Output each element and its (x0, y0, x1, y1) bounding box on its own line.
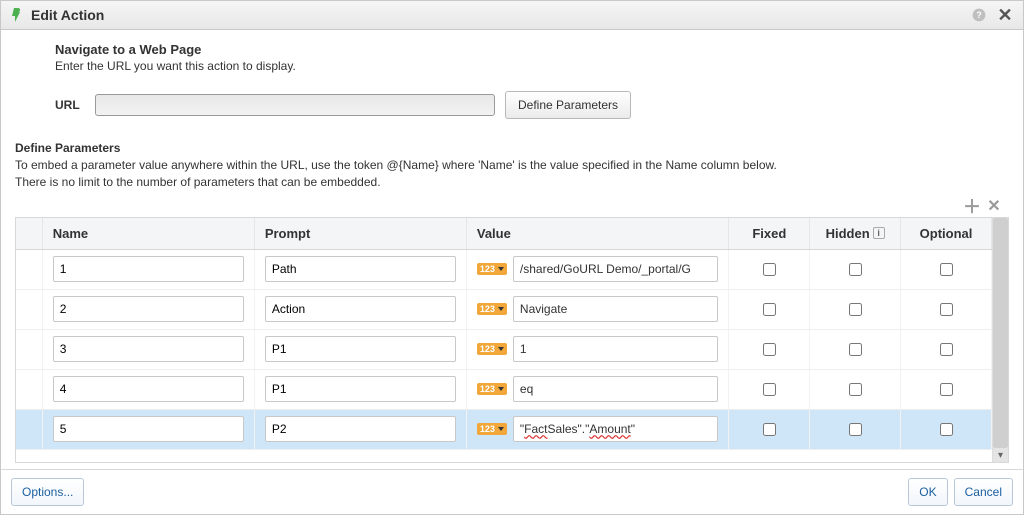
row-handle[interactable] (16, 409, 42, 449)
value-type-dropdown[interactable]: 123 (477, 343, 507, 355)
help-icon[interactable]: ? (969, 5, 989, 25)
name-input[interactable] (53, 376, 244, 402)
grid-scrollbar[interactable]: ▾ (992, 218, 1008, 462)
optional-checkbox[interactable] (940, 303, 953, 316)
value-type-dropdown[interactable]: 123 (477, 423, 507, 435)
navigate-heading: Navigate to a Web Page (55, 42, 1009, 57)
cancel-button[interactable]: Cancel (954, 478, 1013, 506)
parameters-help-1: To embed a parameter value anywhere with… (15, 157, 1009, 174)
value-type-dropdown[interactable]: 123 (477, 303, 507, 315)
hidden-checkbox[interactable] (849, 263, 862, 276)
scroll-down-icon[interactable]: ▾ (993, 448, 1008, 462)
fixed-checkbox[interactable] (763, 263, 776, 276)
optional-checkbox[interactable] (940, 343, 953, 356)
dialog-footer: Options... OK Cancel (1, 469, 1023, 514)
prompt-input[interactable] (265, 256, 456, 282)
row-handle[interactable] (16, 289, 42, 329)
navigate-section: Navigate to a Web Page Enter the URL you… (55, 42, 1009, 73)
svg-text:?: ? (976, 10, 981, 20)
close-icon[interactable]: ✕ (995, 5, 1015, 25)
col-handle (16, 218, 42, 250)
value-input[interactable]: /shared/GoURL Demo/_portal/G (513, 256, 719, 282)
name-input[interactable] (53, 416, 244, 442)
ok-button[interactable]: OK (908, 478, 947, 506)
parameters-heading: Define Parameters (15, 141, 1009, 155)
col-optional: Optional (901, 218, 992, 250)
add-row-icon[interactable]: ＋ (963, 197, 981, 215)
col-hidden: Hidden i (810, 218, 901, 250)
fixed-checkbox[interactable] (763, 423, 776, 436)
optional-checkbox[interactable] (940, 383, 953, 396)
dialog-title: Edit Action (31, 7, 104, 23)
value-type-dropdown[interactable]: 123 (477, 263, 507, 275)
prompt-input[interactable] (265, 376, 456, 402)
value-input[interactable]: "Fact Sales"."Amount" (513, 416, 719, 442)
prompt-input[interactable] (265, 416, 456, 442)
table-row[interactable]: 123 1 (16, 329, 992, 369)
value-input[interactable]: eq (513, 376, 719, 402)
prompt-input[interactable] (265, 296, 456, 322)
row-handle[interactable] (16, 329, 42, 369)
col-hidden-label: Hidden (826, 226, 870, 241)
options-button[interactable]: Options... (11, 478, 84, 506)
fixed-checkbox[interactable] (763, 383, 776, 396)
value-input[interactable]: Navigate (513, 296, 719, 322)
value-input[interactable]: 1 (513, 336, 719, 362)
url-label: URL (55, 98, 95, 112)
table-row[interactable]: 123 Navigate (16, 289, 992, 329)
col-fixed: Fixed (729, 218, 810, 250)
name-input[interactable] (53, 296, 244, 322)
params-toolbar: ＋ ✕ (15, 197, 1003, 215)
value-type-dropdown[interactable]: 123 (477, 383, 507, 395)
navigate-sub: Enter the URL you want this action to di… (55, 59, 1009, 73)
hidden-checkbox[interactable] (849, 383, 862, 396)
col-value: Value (466, 218, 729, 250)
col-prompt: Prompt (254, 218, 466, 250)
optional-checkbox[interactable] (940, 423, 953, 436)
table-row[interactable]: 123 "Fact Sales"."Amount" (16, 409, 992, 449)
table-row[interactable]: 123 eq (16, 369, 992, 409)
hidden-checkbox[interactable] (849, 303, 862, 316)
url-row: URL Define Parameters (55, 91, 1009, 119)
row-handle[interactable] (16, 369, 42, 409)
prompt-input[interactable] (265, 336, 456, 362)
url-input[interactable] (95, 94, 495, 116)
run-icon (9, 7, 25, 23)
titlebar: Edit Action ? ✕ (1, 1, 1023, 30)
col-name: Name (42, 218, 254, 250)
parameters-grid: Name Prompt Value Fixed Hidden i Optiona… (15, 217, 1009, 463)
table-row[interactable]: 123/shared/GoURL Demo/_portal/G (16, 249, 992, 289)
delete-row-icon[interactable]: ✕ (985, 197, 1003, 215)
optional-checkbox[interactable] (940, 263, 953, 276)
fixed-checkbox[interactable] (763, 343, 776, 356)
hidden-checkbox[interactable] (849, 423, 862, 436)
edit-action-dialog: Edit Action ? ✕ Navigate to a Web Page E… (0, 0, 1024, 515)
parameters-help-2: There is no limit to the number of param… (15, 174, 1009, 191)
fixed-checkbox[interactable] (763, 303, 776, 316)
define-parameters-button[interactable]: Define Parameters (505, 91, 631, 119)
hidden-checkbox[interactable] (849, 343, 862, 356)
row-handle[interactable] (16, 249, 42, 289)
hidden-info-icon[interactable]: i (873, 227, 885, 239)
name-input[interactable] (53, 336, 244, 362)
name-input[interactable] (53, 256, 244, 282)
dialog-body: Navigate to a Web Page Enter the URL you… (1, 30, 1023, 469)
